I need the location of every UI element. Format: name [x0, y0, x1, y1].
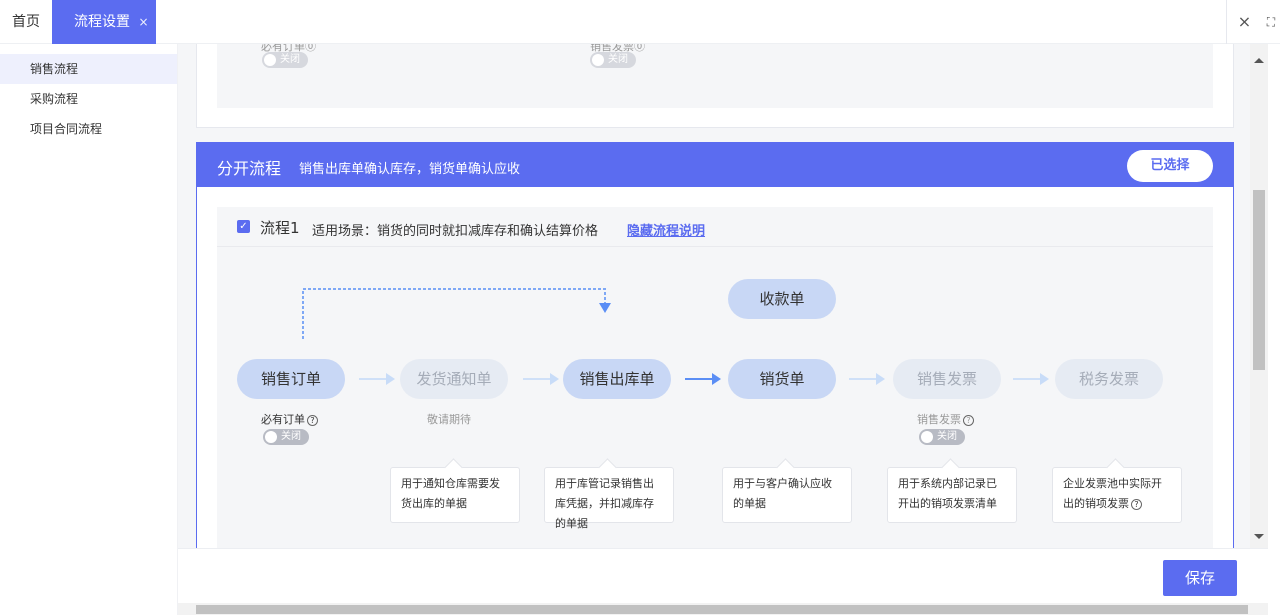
vertical-scrollbar[interactable] [1250, 44, 1268, 548]
sidebar-item-project-contract-flow[interactable]: 项目合同流程 [0, 114, 177, 144]
save-button[interactable]: 保存 [1163, 560, 1237, 596]
sales-invoice-label-text: 销售发票 [917, 413, 961, 426]
sidebar-item-sales-flow[interactable]: 销售流程 [0, 54, 177, 84]
sales-invoice-label: 销售发票? [917, 411, 974, 427]
flow-header: 分开流程 销售出库单确认库存，销货单确认应收 已选择 [197, 143, 1233, 187]
coming-soon-label: 敬请期待 [427, 413, 471, 426]
node-tax-invoice[interactable]: 税务发票 [1055, 359, 1163, 399]
tab-flow-settings-label: 流程设置 [74, 14, 130, 30]
flow-title: 分开流程 [217, 159, 282, 178]
separate-flow-card: 分开流程 销售出库单确认库存，销货单确认应收 已选择 ✓ 流程1 适用场景：销货… [196, 142, 1234, 548]
tip-sales-outbound: 用于库管记录销售出库凭据，并扣减库存的单据 [544, 467, 674, 530]
node-sales-invoice[interactable]: 销售发票 [893, 359, 1001, 399]
main-content: 必有订单⓪ 关闭 销售发票⓪ 关闭 分开流程 销售出库单确认库存，销货单确认应收… [178, 44, 1250, 548]
selected-button[interactable]: 已选择 [1127, 150, 1213, 182]
tip-tax-invoice-text: 企业发票池中实际开出的销项发票 [1063, 477, 1162, 510]
must-order-label-text: 必有订单 [261, 413, 305, 426]
flow-option-row: ✓ 流程1 适用场景：销货的同时就扣减库存和确认结算价格 隐藏流程说明 [217, 207, 1213, 247]
close-icon[interactable]: × [138, 15, 148, 29]
node-sales-doc[interactable]: 销货单 [728, 359, 836, 399]
must-order-label: 必有订单? [261, 411, 318, 427]
must-order-toggle-faded[interactable]: 关闭 [262, 52, 308, 68]
sales-invoice-toggle-faded[interactable]: 关闭 [590, 52, 636, 68]
flow-diagram: 收款单 销售订单 发货通知单 销售出库单 销货单 销售发票 税务发票 必有订单?… [217, 247, 1213, 548]
help-icon[interactable]: ? [1131, 498, 1142, 510]
node-sales-outbound[interactable]: 销售出库单 [563, 359, 671, 399]
close-all-tabs-icon[interactable]: × [1226, 0, 1262, 44]
fullscreen-icon[interactable]: ⛶ [1262, 0, 1280, 44]
order-to-outbound-connector [302, 288, 792, 339]
previous-flow-body: 必有订单⓪ 关闭 销售发票⓪ 关闭 [217, 44, 1213, 108]
scroll-up-icon[interactable] [1254, 58, 1264, 63]
arrow-notice-to-outbound [523, 373, 559, 385]
hide-flow-description-link[interactable]: 隐藏流程说明 [627, 220, 705, 239]
tip-tax-invoice: 企业发票池中实际开出的销项发票? [1052, 467, 1182, 523]
tip-sales-doc: 用于与客户确认应收的单据 [722, 467, 852, 523]
tab-bar: 首页 流程设置 × × ⛶ [0, 0, 1280, 44]
arrow-order-to-notice [359, 373, 395, 385]
help-icon[interactable]: ? [963, 414, 974, 426]
arrow-sales-doc-to-invoice [849, 373, 885, 385]
must-order-toggle[interactable]: 关闭 [263, 429, 309, 445]
horizontal-scroll-thumb[interactable] [196, 605, 1248, 614]
horizontal-scrollbar[interactable] [178, 603, 1268, 615]
previous-flow-card: 必有订单⓪ 关闭 销售发票⓪ 关闭 [196, 44, 1234, 128]
tab-flow-settings[interactable]: 流程设置 × [52, 0, 156, 44]
sidebar-item-purchase-flow[interactable]: 采购流程 [0, 84, 177, 114]
sidebar: 销售流程 采购流程 项目合同流程 [0, 44, 178, 615]
node-sales-order[interactable]: 销售订单 [237, 359, 345, 399]
node-receipt[interactable]: 收款单 [728, 279, 836, 319]
footer-bar: 保存 [178, 548, 1268, 603]
flow-option-name: 流程1 [260, 219, 300, 237]
flow-option-scene: 适用场景：销货的同时就扣减库存和确认结算价格 [312, 224, 599, 239]
flow-body: ✓ 流程1 适用场景：销货的同时就扣减库存和确认结算价格 隐藏流程说明 收款单 … [217, 207, 1213, 548]
flow1-checkbox[interactable]: ✓ [237, 220, 250, 233]
scroll-down-icon[interactable] [1254, 534, 1264, 539]
sales-invoice-toggle[interactable]: 关闭 [919, 429, 965, 445]
flow-subtitle: 销售出库单确认库存，销货单确认应收 [299, 162, 521, 177]
arrow-outbound-to-sales-doc [685, 373, 721, 385]
tab-home[interactable]: 首页 [0, 0, 52, 44]
node-delivery-notice[interactable]: 发货通知单 [400, 359, 508, 399]
arrow-invoice-to-tax [1013, 373, 1049, 385]
tip-delivery-notice: 用于通知仓库需要发货出库的单据 [390, 467, 520, 523]
tip-sales-invoice: 用于系统内部记录已开出的销项发票清单 [887, 467, 1017, 523]
vertical-scroll-thumb[interactable] [1253, 190, 1265, 370]
help-icon[interactable]: ? [307, 414, 318, 426]
